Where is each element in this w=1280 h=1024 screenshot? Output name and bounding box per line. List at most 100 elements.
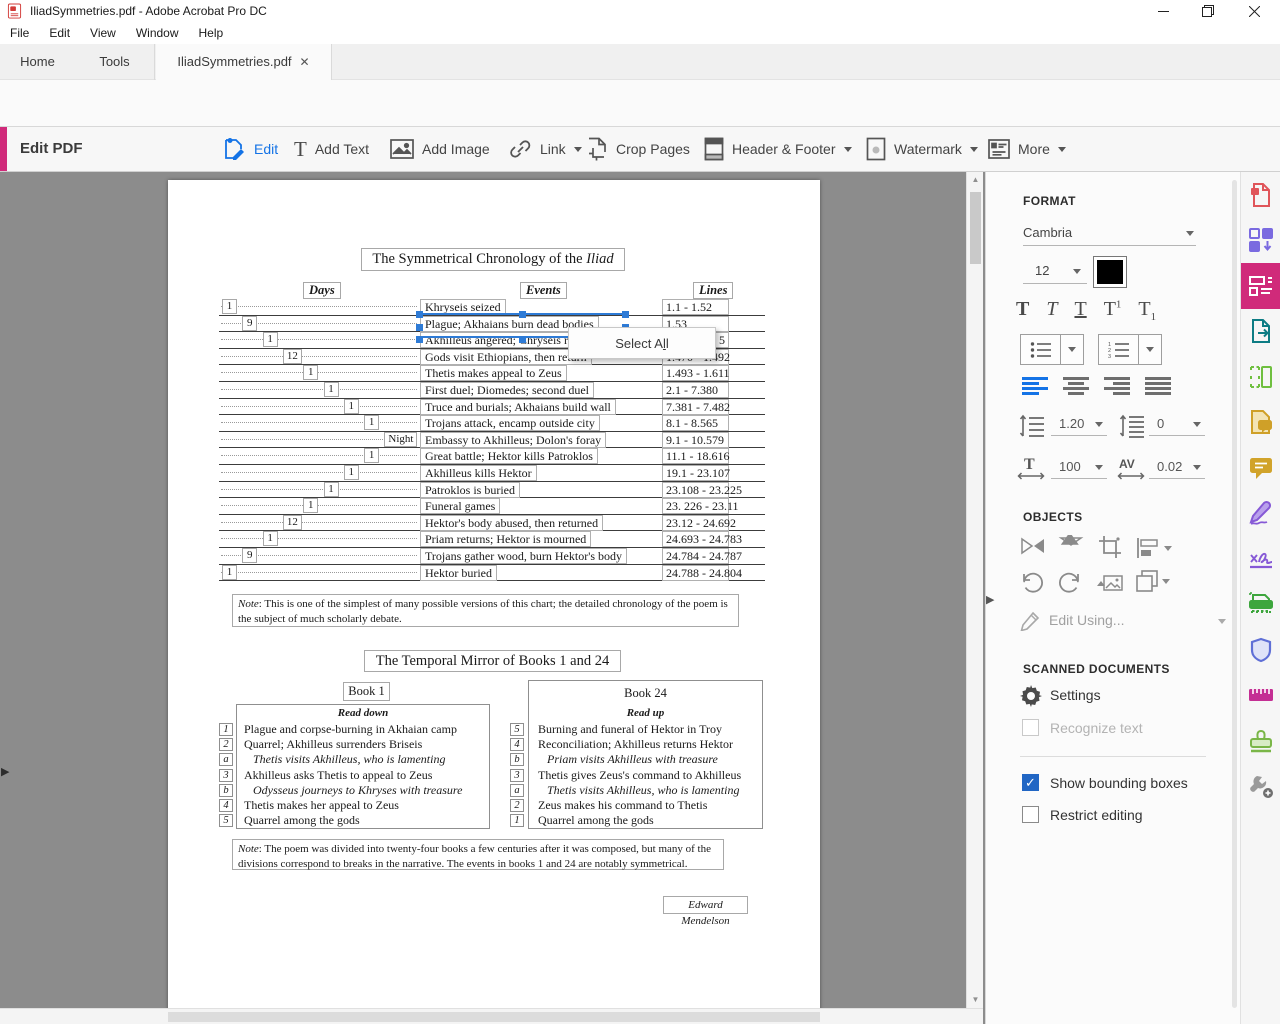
event-cell[interactable]: Funeral games: [420, 498, 500, 514]
day-cell[interactable]: 1: [344, 465, 359, 480]
book-row-text[interactable]: Akhilleus asks Thetis to appeal to Zeus: [244, 768, 432, 783]
rail-protect-icon[interactable]: [1241, 627, 1280, 673]
rail-scan-ocr-icon[interactable]: [1241, 582, 1280, 628]
tab-close-icon[interactable]: ✕: [300, 55, 310, 69]
book-row-number[interactable]: 2: [219, 738, 233, 751]
book-row-number[interactable]: a: [510, 784, 524, 797]
rotate-clockwise-icon[interactable]: [1058, 570, 1082, 594]
bulleted-list-control[interactable]: [1020, 334, 1084, 365]
vertical-scrollbar-thumb[interactable]: [970, 192, 981, 264]
italic-button[interactable]: T: [1046, 298, 1057, 321]
lines-cell[interactable]: 24.693 - 24.783: [662, 531, 729, 547]
more-button[interactable]: More: [988, 127, 1066, 171]
close-window-button[interactable]: [1232, 0, 1276, 22]
event-cell[interactable]: Thetis makes appeal to Zeus: [420, 365, 567, 381]
crop-pages-button[interactable]: Crop Pages: [586, 127, 690, 171]
watermark-button[interactable]: Watermark: [866, 127, 978, 171]
menu-file[interactable]: File: [0, 22, 39, 44]
day-cell[interactable]: 1: [364, 448, 379, 463]
horizontal-scrollbar-thumb[interactable]: [168, 1012, 820, 1022]
rail-comment-icon[interactable]: [1241, 445, 1280, 491]
font-family-select[interactable]: Cambria: [1023, 222, 1196, 246]
day-cell[interactable]: 9: [242, 316, 257, 331]
bold-button[interactable]: T: [1016, 298, 1029, 321]
book-row-text[interactable]: Thetis gives Zeus's command to Akhilleus: [538, 768, 741, 783]
lines-cell[interactable]: 24.784 - 24.787: [662, 548, 729, 564]
day-cell[interactable]: 1: [303, 365, 318, 380]
menu-help[interactable]: Help: [189, 22, 234, 44]
day-cell[interactable]: 1: [364, 415, 379, 430]
event-cell[interactable]: First duel; Diomedes; second duel: [420, 382, 594, 398]
edit-tool-button[interactable]: Edit: [222, 127, 278, 171]
selection-handle[interactable]: [622, 311, 629, 318]
book-row-number[interactable]: b: [510, 753, 524, 766]
column-header-events[interactable]: Events: [520, 282, 567, 299]
event-cell[interactable]: Hektor's body abused, then returned: [420, 515, 603, 531]
rotate-counterclockwise-icon[interactable]: [1020, 570, 1044, 594]
book-row-number[interactable]: b: [219, 784, 233, 797]
rail-fill-sign-icon[interactable]: [1241, 491, 1280, 537]
lines-cell[interactable]: 1.1 - 1.52: [662, 299, 729, 315]
day-cell[interactable]: Night: [384, 432, 417, 447]
lines-cell[interactable]: 8.1 - 8.565: [662, 415, 729, 431]
rail-more-tools-icon[interactable]: [1241, 764, 1280, 810]
align-center-button[interactable]: [1063, 377, 1089, 397]
book-row-number[interactable]: 4: [219, 799, 233, 812]
rail-combine-files-icon[interactable]: [1241, 218, 1280, 264]
show-bounding-boxes-checkbox[interactable]: ✓: [1022, 774, 1039, 791]
selection-handle[interactable]: [416, 311, 423, 318]
scroll-down-arrow[interactable]: ▼: [967, 992, 984, 1008]
book-row-text[interactable]: Plague and corpse-burning in Akhaian cam…: [244, 722, 457, 737]
font-size-select[interactable]: 12: [1023, 260, 1087, 284]
book-row-number[interactable]: 3: [510, 769, 524, 782]
book-row-number[interactable]: 2: [510, 799, 524, 812]
flip-horizontal-icon[interactable]: [1058, 535, 1084, 559]
selection-handle[interactable]: [416, 324, 423, 331]
event-cell[interactable]: Embassy to Akhilleus; Dolon's foray: [420, 432, 606, 448]
numbered-list-icon[interactable]: 123: [1099, 335, 1139, 364]
day-cell[interactable]: 1: [263, 332, 278, 347]
rail-create-pdf-icon[interactable]: [1241, 172, 1280, 218]
tab-document[interactable]: IliadSymmetries.pdf✕: [156, 44, 332, 80]
edit-using-control[interactable]: Edit Using...: [1020, 610, 1210, 634]
lines-cell[interactable]: 2.1 - 7.380: [662, 382, 729, 398]
event-cell[interactable]: Trojans attack, encamp outside city: [420, 415, 600, 431]
line-spacing-select[interactable]: 1.20: [1051, 414, 1107, 436]
book-row-text[interactable]: Priam visits Akhilleus with treasure: [547, 752, 718, 767]
rail-edit-pdf-icon[interactable]: [1241, 263, 1280, 309]
column-header-lines[interactable]: Lines: [693, 282, 733, 299]
column-header-days[interactable]: Days: [303, 282, 341, 299]
link-button[interactable]: Link: [508, 127, 582, 171]
crop-object-icon[interactable]: [1098, 535, 1122, 559]
align-objects-control[interactable]: [1136, 537, 1172, 559]
book-row-number[interactable]: 5: [510, 723, 524, 736]
restore-button[interactable]: [1186, 0, 1230, 22]
character-spacing-select[interactable]: 0.02: [1149, 457, 1205, 479]
superscript-button[interactable]: T1: [1104, 298, 1122, 321]
chevron-down-icon[interactable]: [1061, 335, 1083, 364]
lines-cell[interactable]: 23.108 - 23.225: [662, 482, 729, 498]
lines-cell[interactable]: 24.788 - 24.804: [662, 565, 729, 581]
day-cell[interactable]: 1: [324, 482, 339, 497]
lines-cell[interactable]: 9.1 - 10.579: [662, 432, 729, 448]
underline-button[interactable]: T: [1074, 298, 1086, 321]
selection-handle[interactable]: [519, 336, 526, 343]
lines-cell[interactable]: 23.12 - 24.692: [662, 515, 729, 531]
header-footer-button[interactable]: Header & Footer: [704, 127, 852, 171]
scroll-up-arrow[interactable]: ▲: [967, 172, 984, 188]
event-cell[interactable]: Trojans gather wood, burn Hektor's body: [420, 548, 627, 564]
book-row-text[interactable]: Reconciliation; Akhilleus returns Hektor: [538, 737, 733, 752]
event-cell[interactable]: Truce and burials; Akhaians build wall: [420, 399, 616, 415]
day-cell[interactable]: 1: [222, 565, 237, 580]
book-row-text[interactable]: Thetis visits Akhilleus, who is lamentin…: [547, 783, 739, 798]
font-color-swatch[interactable]: [1093, 256, 1127, 288]
left-panel-expand-arrow[interactable]: ▶: [1, 760, 15, 784]
doc-title-chronology[interactable]: The Symmetrical Chronology of the Iliad: [361, 248, 625, 271]
book-row-text[interactable]: Thetis makes her appeal to Zeus: [244, 798, 399, 813]
menu-window[interactable]: Window: [126, 22, 189, 44]
day-cell[interactable]: 1: [303, 498, 318, 513]
context-menu-item-select-all[interactable]: Select All: [615, 336, 668, 351]
author-signature[interactable]: Edward Mendelson: [663, 896, 748, 914]
replace-image-icon[interactable]: [1096, 570, 1124, 594]
horizontal-scrollbar[interactable]: [0, 1008, 983, 1024]
